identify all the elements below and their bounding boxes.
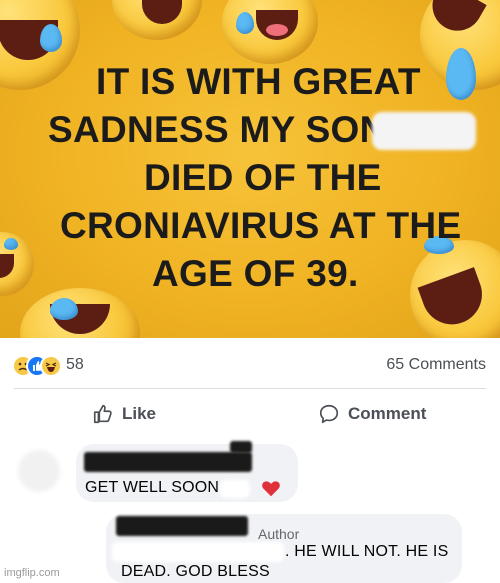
thumbs-up-icon <box>92 403 114 425</box>
reaction-count[interactable]: 58 <box>66 356 84 374</box>
tear-icon <box>4 238 18 250</box>
comment-button[interactable]: Comment <box>318 401 426 427</box>
headline-line: CRONIAVIRUS AT THE <box>60 205 462 246</box>
tear-icon <box>50 298 78 320</box>
author-badge: Author <box>258 526 300 542</box>
action-row: Like Comment <box>0 389 500 437</box>
comments-count-link[interactable]: 65 Comments <box>386 356 486 374</box>
commenter-name-redaction <box>84 452 252 472</box>
speech-bubble-icon <box>318 403 340 425</box>
commenter-name-redaction <box>230 441 252 453</box>
text-redaction <box>112 542 284 562</box>
post-image: IT IS WITH GREAT SADNESS MY SON DIED OF … <box>0 0 500 338</box>
laughing-emoji-icon <box>410 240 500 338</box>
like-label: Like <box>122 404 157 423</box>
reactions-bar: 58 65 Comments <box>0 338 500 386</box>
tear-icon <box>40 24 62 52</box>
avatar[interactable] <box>18 450 60 492</box>
laughing-emoji-icon <box>20 288 140 338</box>
headline-line: AGE OF 39. <box>152 253 359 294</box>
comment-text: GET WELL SOON <box>85 479 220 496</box>
tear-icon <box>236 12 254 34</box>
comment-text-line: . HE WILL NOT. HE IS <box>285 543 449 560</box>
laughing-emoji-icon <box>112 0 202 40</box>
headline-line: DIED OF THE <box>144 157 382 198</box>
comment-text-line: DEAD. GOD BLESS <box>121 563 270 580</box>
like-button[interactable]: Like <box>92 401 156 427</box>
haha-reaction-icon <box>40 355 62 377</box>
text-redaction <box>220 480 250 498</box>
watermark: imgflip.com <box>4 567 60 579</box>
name-redaction <box>372 112 476 150</box>
commenter-name-redaction <box>116 516 248 536</box>
headline-line: SADNESS MY SON <box>48 109 387 150</box>
laughing-emoji-icon <box>222 0 318 64</box>
comment-label: Comment <box>348 404 427 423</box>
headline-line: IT IS WITH GREAT <box>96 61 421 102</box>
heart-icon <box>262 481 280 497</box>
